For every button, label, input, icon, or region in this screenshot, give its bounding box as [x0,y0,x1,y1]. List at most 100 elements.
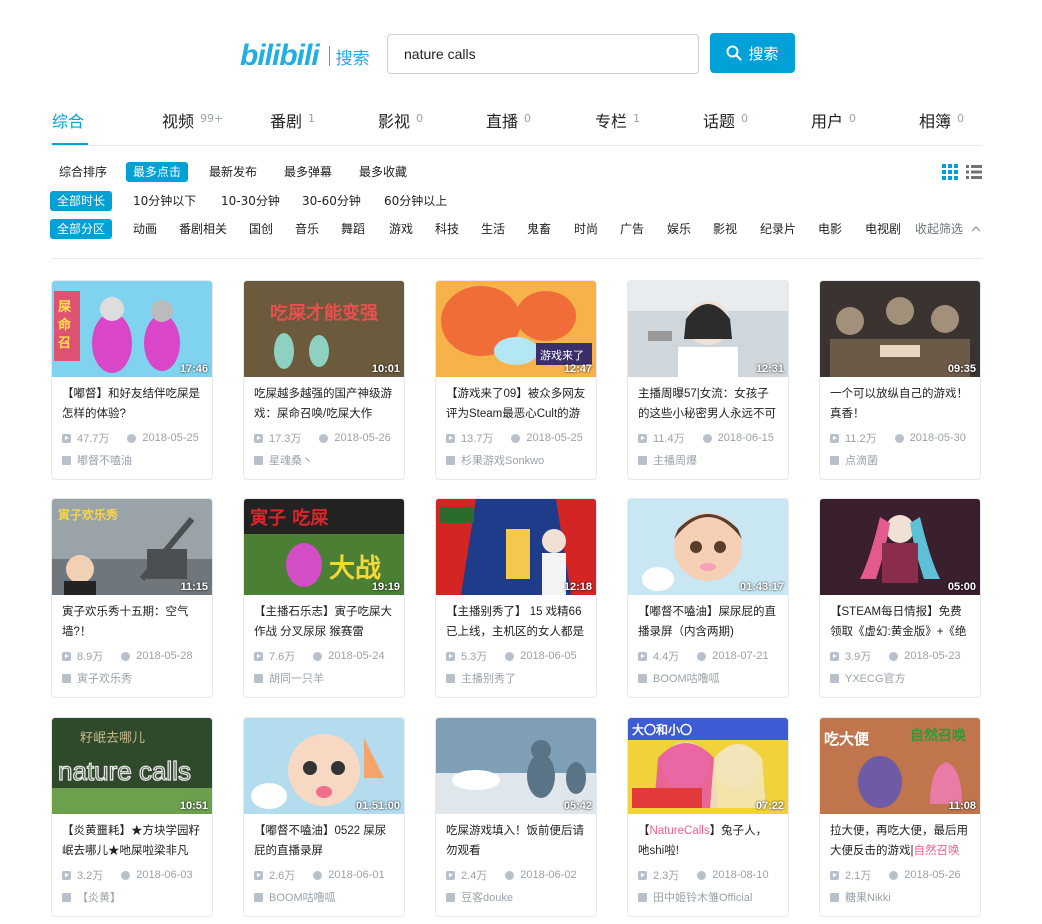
duration-option[interactable]: 10-30分钟 [214,191,287,211]
video-title[interactable]: 【STEAM每日情报】免费领取《虚幻:黄金版》+《绝 [820,595,980,643]
zones-option[interactable]: 影视 [706,219,744,239]
uploader-name[interactable]: 星魂桑丶 [269,452,313,468]
video-thumbnail[interactable]: 05:00 [820,499,980,595]
uploader-name[interactable]: BOOM咕噜呱 [269,889,336,905]
search-input[interactable]: nature calls [387,34,699,74]
uploader-name[interactable]: 主播周爆 [653,452,697,468]
sort-option[interactable]: 最多点击 [126,162,189,182]
video-title[interactable]: 主播周曝57|女流：女孩子的这些小秘密男人永远不可 [628,377,788,425]
video-thumbnail[interactable]: 01:51:00 [244,718,404,814]
tab-3[interactable]: 影视 0 [378,108,423,145]
video-card[interactable]: 寅子 吃屎 大战 19:19 【主播石乐志】寅子吃屎大作战 分叉尿尿 猴赛雷 7.… [243,498,405,698]
video-card[interactable]: 游戏来了 12:47 【游戏来了09】被众多网友评为Steam最恶心Cult的游… [435,280,597,480]
sort-option[interactable]: 最多弹幕 [277,162,339,182]
video-card[interactable]: 寅子欢乐秀 11:15 寅子欢乐秀十五期：空气墙?！ 8.9万 2018-05-… [51,498,213,698]
uploader-name[interactable]: 寅子欢乐秀 [77,670,132,686]
video-thumbnail[interactable]: 01:43:17 [628,499,788,595]
zones-option[interactable]: 时尚 [567,219,605,239]
zones-option[interactable]: 游戏 [382,219,420,239]
zones-option[interactable]: 娱乐 [660,219,698,239]
video-card[interactable]: 屎命召 17:46 【嘟督】和好友结伴吃屎是怎样的体验? 47.7万 2018-… [51,280,213,480]
zones-option[interactable]: 动画 [126,219,164,239]
video-thumbnail[interactable]: 寅子欢乐秀 11:15 [52,499,212,595]
zones-option[interactable]: 音乐 [288,219,326,239]
zones-option[interactable]: 科技 [428,219,466,239]
duration-option[interactable]: 全部时长 [50,191,113,211]
uploader-name[interactable]: 胡同一只羊 [269,670,324,686]
video-card[interactable]: 05:00 【STEAM每日情报】免费领取《虚幻:黄金版》+《绝 3.9万 20… [819,498,981,698]
uploader-name[interactable]: 嘟督不嗑油 [77,452,132,468]
video-card[interactable]: 09:35 一个可以放纵自己的游戏！真香！ 11.2万 2018-05-30 点… [819,280,981,480]
duration-option[interactable]: 60分钟以上 [377,191,454,211]
video-title[interactable]: 【NatureCalls】兔子人，吔shi啦! [628,814,788,862]
video-thumbnail[interactable]: 寅子 吃屎 大战 19:19 [244,499,404,595]
video-card[interactable]: 05:42 吃屎游戏填入！饭前便后请勿观看 2.4万 2018-06-02 豆客… [435,717,597,917]
video-thumbnail[interactable]: 吃大便 自然召唤 11:08 [820,718,980,814]
collapse-filter-button[interactable]: 收起筛选 [908,219,988,239]
video-card[interactable]: 12:31 主播周曝57|女流：女孩子的这些小秘密男人永远不可 11.4万 20… [627,280,789,480]
video-thumbnail[interactable]: 吃屎才能变强 10:01 [244,281,404,377]
video-card[interactable]: 01:43:17 【嘟督不嗑油】屎尿屁的直播录屏（内含两期) 4.4万 2018… [627,498,789,698]
sort-option[interactable]: 综合排序 [52,162,114,182]
uploader-name[interactable]: 点滴菌 [845,452,878,468]
video-card[interactable]: nature calls 籽岷去哪儿 10:51 【炎黄噩耗】★方块学园籽岷去哪儿… [51,717,213,917]
uploader-name[interactable]: 糖果Nikki [845,889,891,905]
uploader-name[interactable]: BOOM咕噜呱 [653,670,720,686]
uploader-name[interactable]: 田中姬铃木雏Official [653,889,752,905]
video-title[interactable]: 【嘟督】和好友结伴吃屎是怎样的体验? [52,377,212,425]
duration-option[interactable]: 10分钟以下 [126,191,203,211]
video-title[interactable]: 【主播别秀了】 15 戏精66已上线，主机区的女人都是 [436,595,596,643]
uploader-name[interactable]: 豆客douke [461,889,513,905]
video-card[interactable]: 01:51:00 【嘟督不嗑油】0522 屎尿屁的直播录屏 2.6万 2018-… [243,717,405,917]
search-button[interactable]: 搜索 [710,33,795,73]
video-title[interactable]: 【游戏来了09】被众多网友评为Steam最恶心Cult的游 [436,377,596,425]
tab-2[interactable]: 番剧 1 [270,108,315,145]
tab-1[interactable]: 视频 99+ [162,108,223,145]
zones-option[interactable]: 广告 [613,219,651,239]
uploader-name[interactable]: 主播别秀了 [461,670,516,686]
video-card[interactable]: 吃屎才能变强 10:01 吃屎越多越强的国产神级游戏：屎命召唤/吃屎大作 17.… [243,280,405,480]
video-thumbnail[interactable]: 屎命召 17:46 [52,281,212,377]
zones-option[interactable]: 电影 [811,219,849,239]
video-card[interactable]: 大〇和小〇 07:22 【NatureCalls】兔子人，吔shi啦! 2.3万… [627,717,789,917]
duration-option[interactable]: 30-60分钟 [295,191,368,211]
video-title[interactable]: 吃屎游戏填入！饭前便后请勿观看 [436,814,596,862]
video-thumbnail[interactable]: nature calls 籽岷去哪儿 10:51 [52,718,212,814]
tab-6[interactable]: 话题 0 [703,108,748,145]
video-title[interactable]: 【嘟督不嗑油】屎尿屁的直播录屏（内含两期) [628,595,788,643]
video-title[interactable]: 拉大便，再吃大便，最后用大便反击的游戏|自然召唤 [820,814,980,862]
tab-5[interactable]: 专栏 1 [595,108,640,145]
video-thumbnail[interactable]: 大〇和小〇 07:22 [628,718,788,814]
zones-option[interactable]: 舞蹈 [334,219,372,239]
bilibili-logo[interactable]: bilibili 搜索 [240,36,370,76]
tab-8[interactable]: 相簿 0 [919,108,964,145]
video-thumbnail[interactable]: 05:42 [436,718,596,814]
zones-option[interactable]: 全部分区 [50,219,113,239]
zones-option[interactable]: 生活 [474,219,512,239]
video-card[interactable]: 吃大便 自然召唤 11:08 拉大便，再吃大便，最后用大便反击的游戏|自然召唤 2… [819,717,981,917]
sort-option[interactable]: 最新发布 [202,162,264,182]
video-card[interactable]: 12:18 【主播别秀了】 15 戏精66已上线，主机区的女人都是 5.3万 2… [435,498,597,698]
video-title[interactable]: 【嘟督不嗑油】0522 屎尿屁的直播录屏 [244,814,404,862]
sort-option[interactable]: 最多收藏 [352,162,414,182]
video-thumbnail[interactable]: 12:18 [436,499,596,595]
uploader-name[interactable]: 杉果游戏Sonkwo [461,452,544,468]
video-title[interactable]: 吃屎越多越强的国产神级游戏：屎命召唤/吃屎大作 [244,377,404,425]
video-thumbnail[interactable]: 12:31 [628,281,788,377]
video-title[interactable]: 【主播石乐志】寅子吃屎大作战 分叉尿尿 猴赛雷 [244,595,404,643]
video-title[interactable]: 一个可以放纵自己的游戏！真香！ [820,377,980,425]
zones-option[interactable]: 电视剧 [858,219,908,239]
zones-option[interactable]: 纪录片 [753,219,803,239]
uploader-name[interactable]: 【炎黄】 [77,889,121,905]
zones-option[interactable]: 番剧相关 [172,219,234,239]
video-title[interactable]: 寅子欢乐秀十五期：空气墙?！ [52,595,212,643]
tab-0[interactable]: 综合 [52,108,89,145]
video-thumbnail[interactable]: 游戏来了 12:47 [436,281,596,377]
uploader-name[interactable]: YXECG官方 [845,670,906,686]
tab-4[interactable]: 直播 0 [486,108,531,145]
tab-7[interactable]: 用户 0 [811,108,856,145]
zones-option[interactable]: 鬼畜 [520,219,558,239]
grid-view-icon[interactable] [942,164,958,180]
video-thumbnail[interactable]: 09:35 [820,281,980,377]
zones-option[interactable]: 国创 [242,219,280,239]
